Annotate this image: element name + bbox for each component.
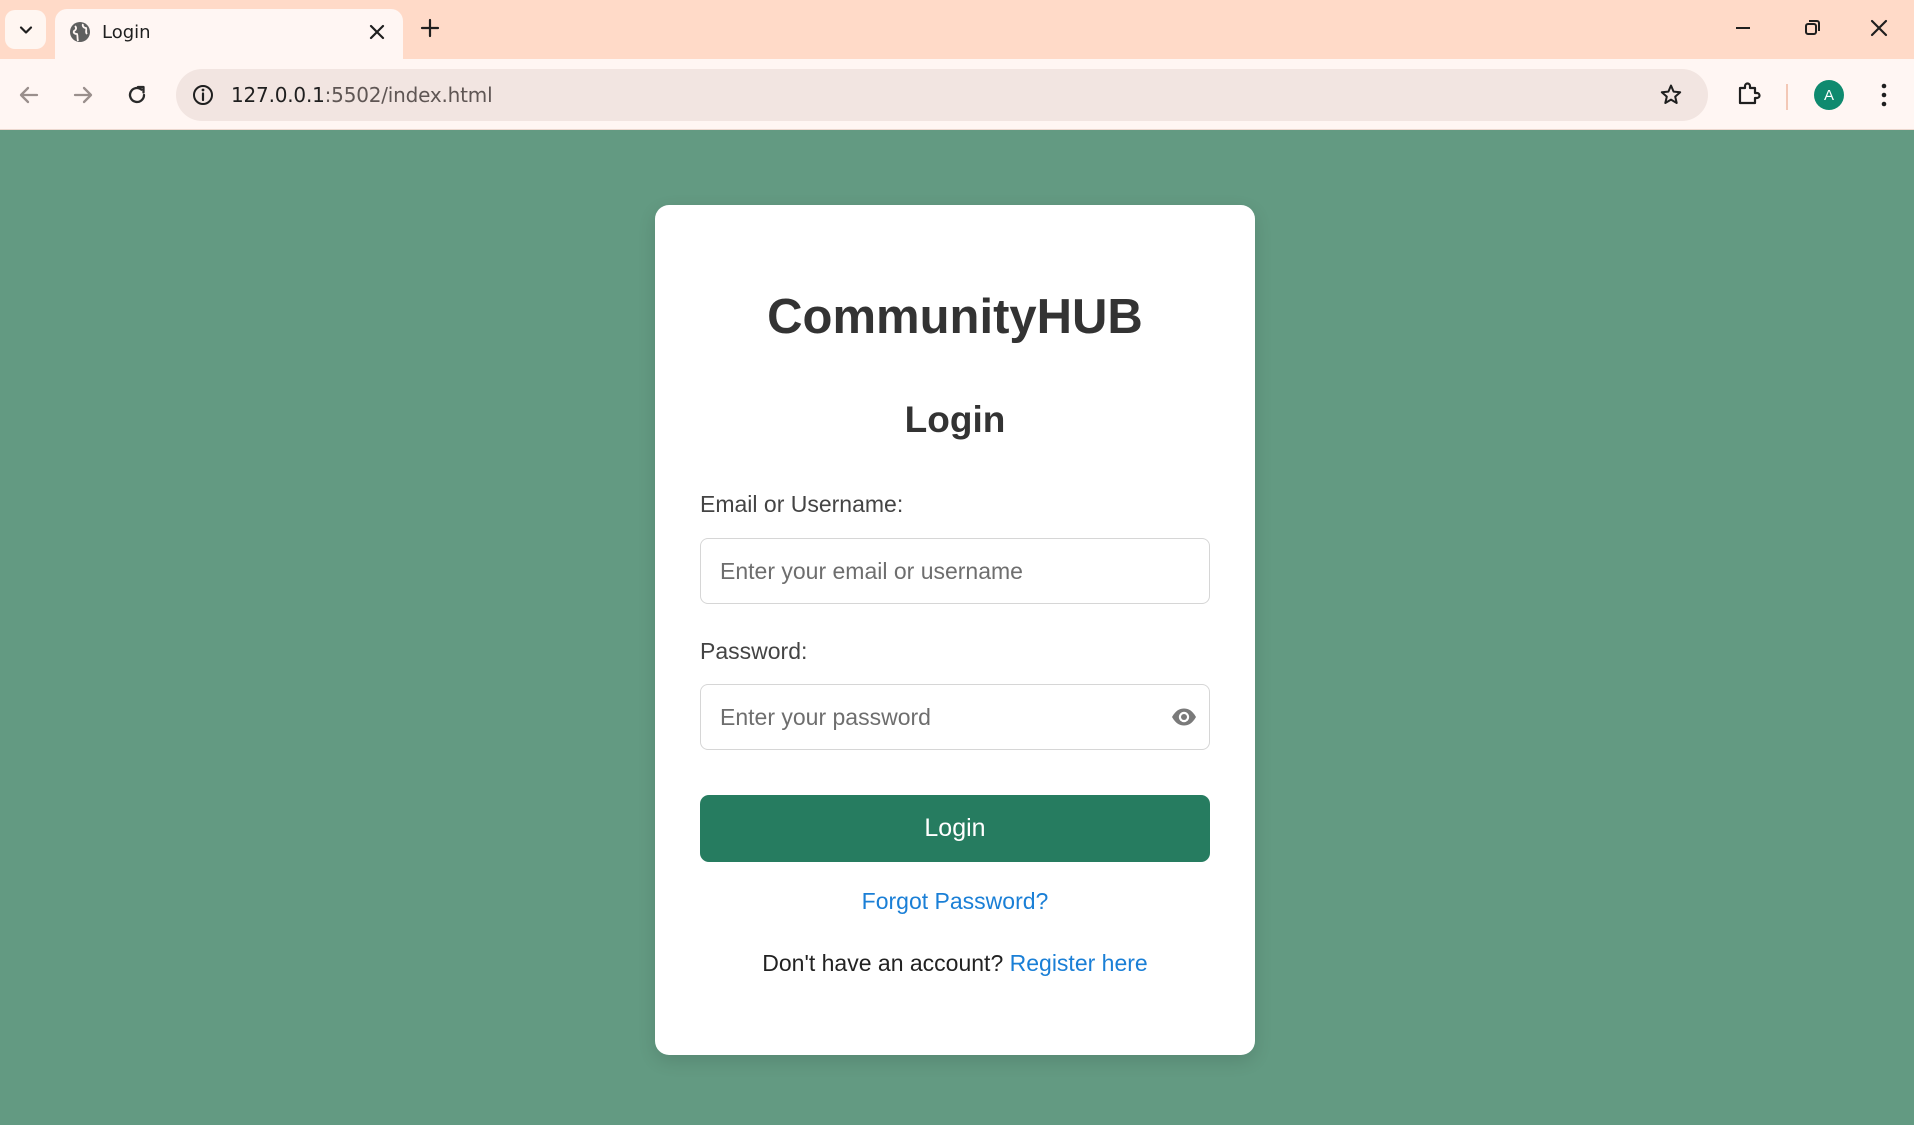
new-tab-plus-icon[interactable]	[419, 17, 441, 39]
tab-search-button[interactable]	[5, 10, 46, 49]
minimize-icon[interactable]	[1732, 17, 1754, 39]
url-text[interactable]: 127.0.0.1:5502/index.html	[231, 83, 493, 107]
forgot-password-link[interactable]: Forgot Password?	[862, 888, 1049, 914]
chevron-down-icon	[19, 25, 32, 34]
password-input[interactable]	[701, 685, 1209, 749]
tab-title: Login	[102, 22, 151, 43]
profile-avatar[interactable]: A	[1814, 80, 1844, 110]
email-label: Email or Username:	[700, 491, 904, 517]
forgot-password-row: Forgot Password?	[655, 888, 1255, 915]
login-card: CommunityHUB Login Email or Username: Pa…	[655, 205, 1255, 1055]
register-row: Don't have an account? Register here	[655, 950, 1255, 977]
browser-toolbar: 127.0.0.1:5502/index.html	[0, 59, 1914, 130]
eye-icon[interactable]	[1170, 705, 1198, 729]
password-field-wrapper	[700, 684, 1210, 750]
login-heading: Login	[904, 399, 1006, 440]
register-prompt: Don't have an account?	[762, 950, 1004, 976]
register-link[interactable]: Register here	[1010, 950, 1148, 976]
bookmark-star-icon[interactable]	[1658, 82, 1684, 108]
more-menu-icon[interactable]	[1871, 81, 1897, 109]
forward-arrow-icon[interactable]	[70, 82, 96, 108]
url-host: 127.0.0.1	[231, 83, 325, 107]
reload-icon[interactable]	[124, 82, 150, 108]
email-field-wrapper	[700, 538, 1210, 604]
globe-icon	[70, 22, 90, 42]
browser-tab-strip: Login	[0, 0, 1914, 59]
password-label: Password:	[700, 638, 808, 664]
window-close-icon[interactable]	[1868, 17, 1890, 39]
back-arrow-icon[interactable]	[16, 82, 42, 108]
url-path: :5502/index.html	[324, 83, 493, 107]
browser-tab[interactable]: Login	[55, 9, 403, 59]
page-viewport: CommunityHUB Login Email or Username: Pa…	[0, 131, 1914, 1125]
login-button[interactable]: Login	[700, 795, 1210, 862]
site-info-icon[interactable]	[190, 82, 216, 108]
address-bar[interactable]: 127.0.0.1:5502/index.html	[176, 69, 1708, 121]
close-icon[interactable]	[366, 21, 388, 43]
extensions-puzzle-icon[interactable]	[1735, 79, 1763, 107]
toolbar-separator	[1786, 84, 1788, 110]
brand-title: CommunityHUB	[767, 290, 1143, 344]
email-input[interactable]	[701, 539, 1209, 603]
restore-icon[interactable]	[1801, 17, 1823, 39]
